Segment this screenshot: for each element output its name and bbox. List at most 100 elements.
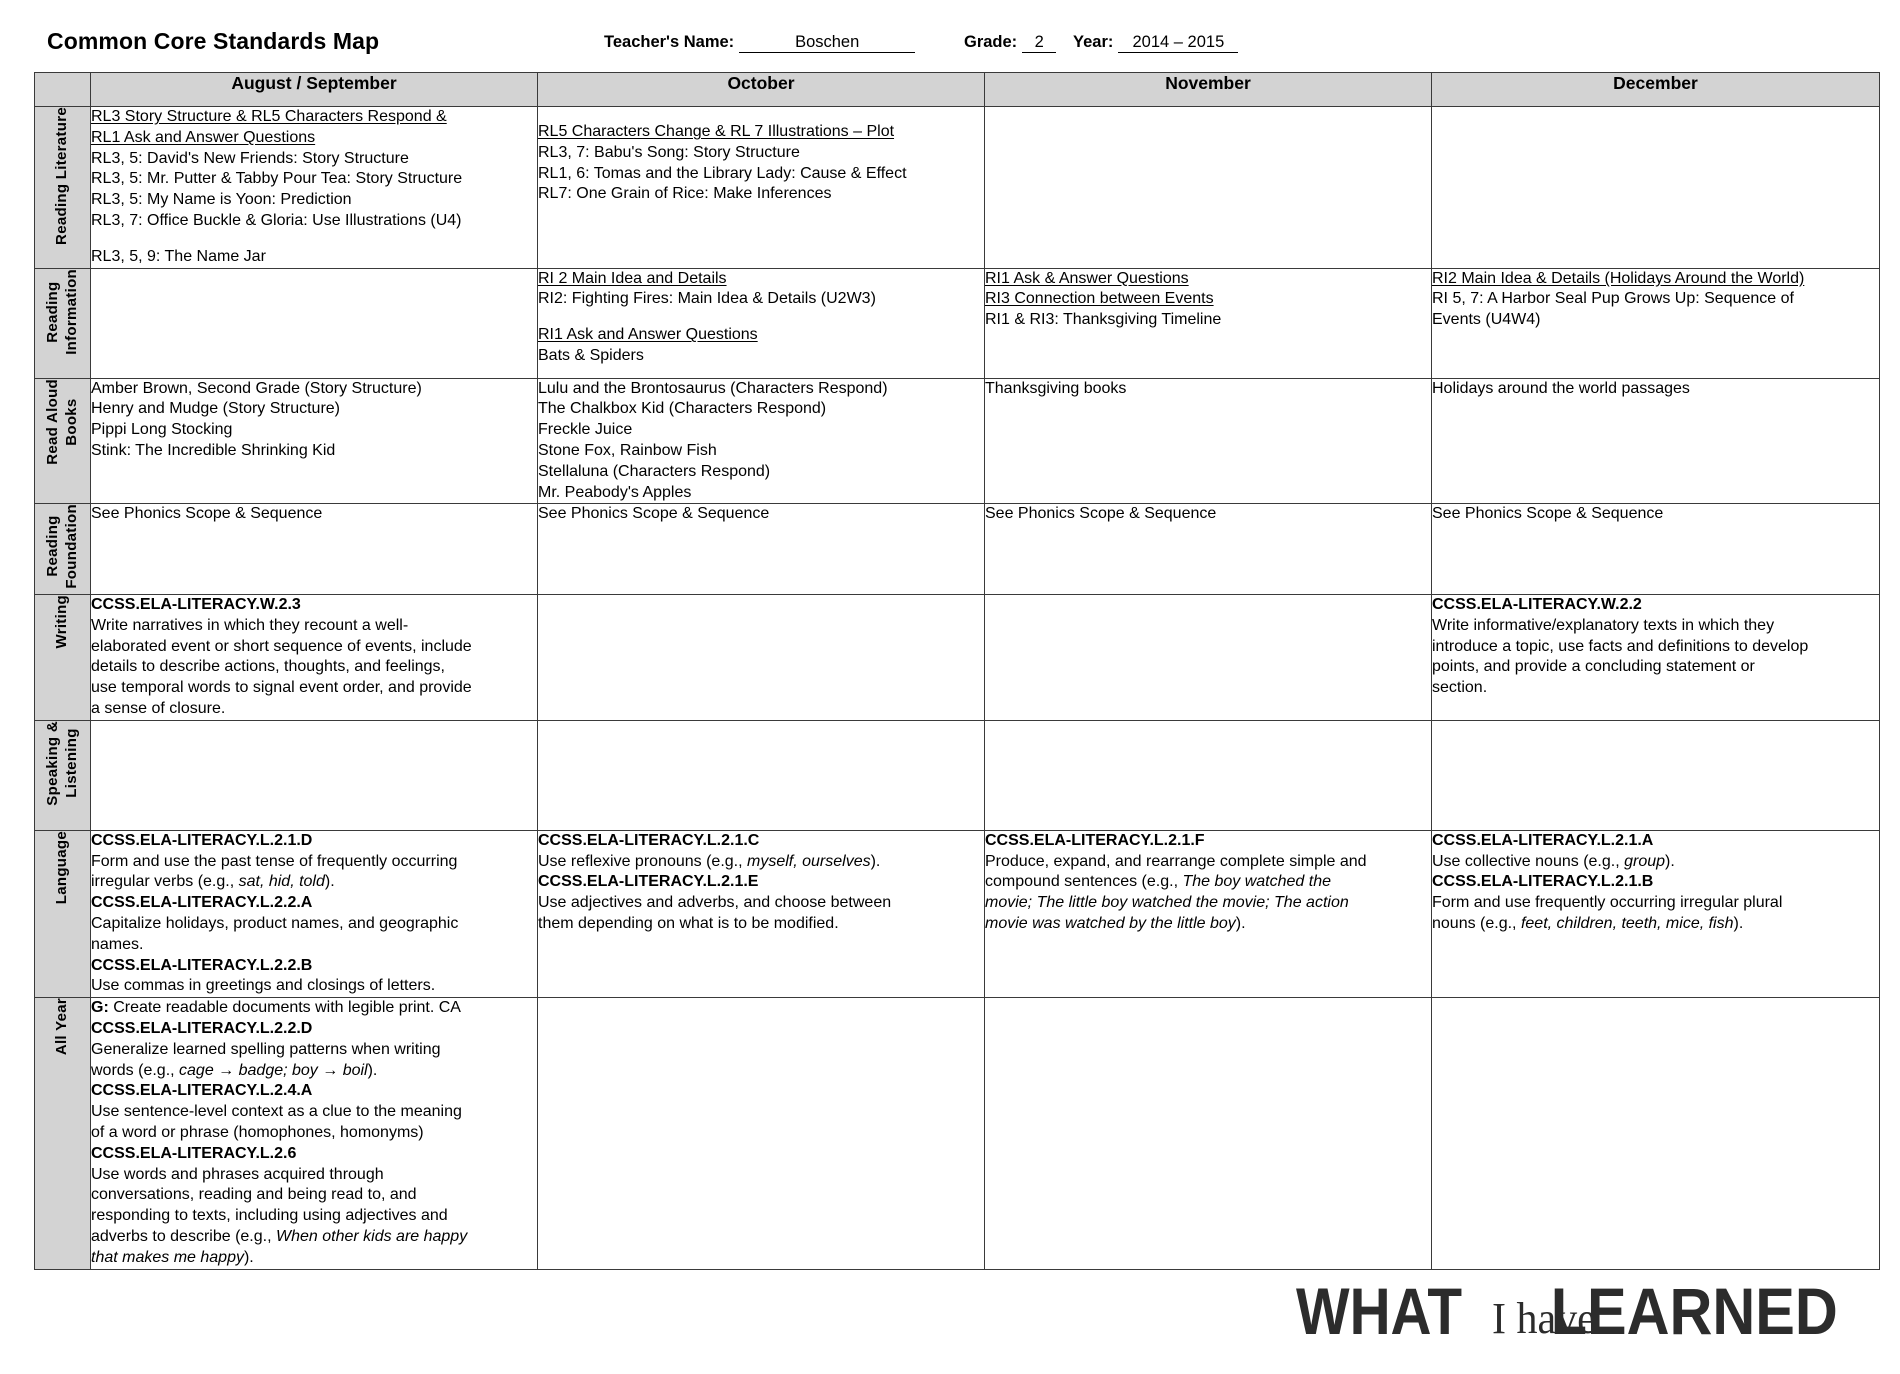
cell-r0-c2[interactable]	[984, 106, 1432, 269]
cell-line: Stellaluna (Characters Respond)	[538, 462, 771, 480]
cell-line: Lulu and the Brontosaurus (Characters Re…	[538, 379, 888, 397]
teacher-name-value[interactable]: Boschen	[739, 33, 916, 53]
cell-r3-c1[interactable]: See Phonics Scope & Sequence	[537, 503, 985, 596]
cell-line: See Phonics Scope & Sequence	[985, 505, 1217, 523]
cell-r4-c2[interactable]	[984, 594, 1432, 721]
cell-line: movie was watched by the little boy).	[985, 914, 1246, 932]
cell-r0-c3[interactable]	[1431, 106, 1880, 269]
cell-r6-c1[interactable]: CCSS.ELA-LITERACY.L.2.1.C Use reflexive p…	[537, 829, 985, 999]
row-label-read-aloud-books: Read Aloud Books	[34, 377, 91, 505]
row-label-text: All Year	[53, 998, 71, 1056]
table-row: Speaking & Listening	[34, 719, 1880, 831]
cell-line: Use adjectives and adverbs, and choose b…	[538, 894, 892, 912]
cell-r2-c1[interactable]: Lulu and the Brontosaurus (Characters Re…	[537, 377, 985, 505]
row-label-text: Language	[53, 830, 71, 905]
standards-map-table: August / September October November Dece…	[34, 72, 1880, 1270]
table-corner-cell	[34, 72, 91, 107]
cell-line: points, and provide a concluding stateme…	[1432, 658, 1755, 676]
cell-line: Henry and Mudge (Story Structure)	[91, 400, 340, 418]
cell-line: RL3 Story Structure & RL5 Characters Res…	[91, 108, 447, 125]
cell-line: CCSS.ELA-LITERACY.W.2.3	[91, 596, 301, 614]
row-label-text: Reading Information	[43, 268, 80, 355]
cell-r0-c1[interactable]: RL5 Characters Change & RL 7 Illustratio…	[537, 106, 985, 269]
grade-value[interactable]: 2	[1022, 33, 1057, 53]
cell-line: CCSS.ELA-LITERACY.L.2.1.A	[1432, 831, 1654, 849]
cell-line: Form and use frequently occurring irregu…	[1432, 894, 1783, 912]
cell-line: Holidays around the world passages	[1432, 379, 1690, 397]
cell-r4-c1[interactable]	[537, 594, 985, 721]
cell-r7-c2[interactable]	[984, 997, 1432, 1270]
cell-r6-c3[interactable]: CCSS.ELA-LITERACY.L.2.1.A Use collective …	[1431, 829, 1880, 999]
cell-r1-c1[interactable]: RI 2 Main Idea and Details RI2: Fighting …	[537, 267, 985, 379]
table-body: Reading Literature RL3 Story Structure & …	[34, 106, 1880, 1270]
cell-r2-c0[interactable]: Amber Brown, Second Grade (Story Structu…	[90, 377, 538, 505]
cell-r7-c0[interactable]: G: Create readable documents with legibl…	[90, 997, 538, 1270]
cell-r5-c3[interactable]	[1431, 719, 1880, 831]
logo-word-what: WHAT	[1296, 1275, 1462, 1349]
year-value[interactable]: 2014 – 2015	[1118, 33, 1239, 53]
cell-line-spacer	[538, 107, 984, 122]
row-label-reading-foundation: Reading Foundation	[34, 503, 91, 596]
row-label-speaking-listening: Speaking & Listening	[34, 719, 91, 831]
cell-r6-c2[interactable]: CCSS.ELA-LITERACY.L.2.1.F Produce, expand…	[984, 829, 1432, 999]
cell-line: names.	[91, 935, 144, 953]
cell-line: Use collective nouns (e.g., group).	[1432, 852, 1675, 870]
cell-line: RI2: Fighting Fires: Main Idea & Details…	[538, 290, 876, 308]
cell-line: CCSS.ELA-LITERACY.L.2.2.D	[91, 1019, 313, 1037]
table-header-row: August / September October November Dece…	[34, 72, 1880, 107]
cell-r0-c0[interactable]: RL3 Story Structure & RL5 Characters Res…	[90, 106, 538, 269]
cell-line: Use words and phrases acquired through	[91, 1165, 384, 1183]
cell-r4-c3[interactable]: CCSS.ELA-LITERACY.W.2.2 Write informative…	[1431, 594, 1880, 721]
cell-r4-c0[interactable]: CCSS.ELA-LITERACY.W.2.3 Write narratives …	[90, 594, 538, 721]
cell-line: CCSS.ELA-LITERACY.L.2.1.C	[538, 831, 760, 849]
table-row: Writing CCSS.ELA-LITERACY.W.2.3 Write narr…	[34, 594, 1880, 721]
cell-r6-c0[interactable]: CCSS.ELA-LITERACY.L.2.1.D Form and use th…	[90, 829, 538, 999]
cell-r2-c2[interactable]: Thanksgiving books	[984, 377, 1432, 505]
row-label-text: Reading Literature	[53, 107, 71, 245]
cell-line: CCSS.ELA-LITERACY.L.2.1.D	[91, 831, 313, 849]
cell-line: See Phonics Scope & Sequence	[538, 505, 770, 523]
grade-label: Grade:	[964, 33, 1018, 51]
cell-line: CCSS.ELA-LITERACY.L.2.1.E	[538, 873, 759, 891]
cell-r7-c3[interactable]	[1431, 997, 1880, 1270]
cell-line: CCSS.ELA-LITERACY.L.2.6	[91, 1144, 297, 1162]
cell-r3-c3[interactable]: See Phonics Scope & Sequence	[1431, 503, 1880, 596]
cell-line: a sense of closure.	[91, 700, 226, 717]
cell-line: Amber Brown, Second Grade (Story Structu…	[91, 379, 422, 397]
row-label-text: Writing	[53, 595, 71, 649]
cell-line: RI1 Ask and Answer Questions	[538, 326, 758, 344]
cell-line: RL3, 7: Babu's Song: Story Structure	[538, 143, 800, 161]
cell-r5-c1[interactable]	[537, 719, 985, 831]
cell-line: conversations, reading and being read to…	[91, 1186, 417, 1204]
cell-line: G: Create readable documents with legibl…	[91, 999, 461, 1017]
cell-line: section.	[1432, 679, 1488, 697]
cell-r7-c1[interactable]	[537, 997, 985, 1270]
page-title: Common Core Standards Map	[47, 28, 380, 54]
cell-r1-c0[interactable]	[90, 267, 538, 379]
cell-line: RL5 Characters Change & RL 7 Illustratio…	[538, 123, 895, 140]
column-header-october: October	[537, 72, 985, 107]
cell-r5-c2[interactable]	[984, 719, 1432, 831]
cell-line: CCSS.ELA-LITERACY.L.2.4.A	[91, 1082, 313, 1100]
cell-line: RI1 & RI3: Thanksgiving Timeline	[985, 311, 1222, 329]
column-header-november: November	[984, 72, 1432, 107]
cell-r1-c3[interactable]: RI2 Main Idea & Details (Holidays Around…	[1431, 267, 1880, 379]
cell-r1-c2[interactable]: RI1 Ask & Answer Questions RI3 Connection…	[984, 267, 1432, 379]
cell-r5-c0[interactable]	[90, 719, 538, 831]
cell-line: compound sentences (e.g., The boy watche…	[985, 873, 1331, 891]
logo-word-ihave: I have	[1492, 1295, 1596, 1343]
cell-line: CCSS.ELA-LITERACY.L.2.2.B	[91, 956, 313, 974]
cell-line: See Phonics Scope & Sequence	[91, 505, 323, 523]
cell-r2-c3[interactable]: Holidays around the world passages	[1431, 377, 1880, 505]
cell-line: Write informative/explanatory texts in w…	[1432, 616, 1775, 634]
cell-line: Stone Fox, Rainbow Fish	[538, 441, 717, 459]
cell-line: RI 2 Main Idea and Details	[538, 269, 727, 287]
cell-line: Capitalize holidays, product names, and …	[91, 914, 459, 932]
cell-r3-c0[interactable]: See Phonics Scope & Sequence	[90, 503, 538, 596]
cell-line: Use commas in greetings and closings of …	[91, 977, 436, 995]
cell-r3-c2[interactable]: See Phonics Scope & Sequence	[984, 503, 1432, 596]
year-field: Year: 2014 – 2015	[1073, 33, 1239, 53]
cell-line: introduce a topic, use facts and definit…	[1432, 637, 1809, 655]
cell-line: elaborated event or short sequence of ev…	[91, 637, 472, 655]
cell-line: Produce, expand, and rearrange complete …	[985, 852, 1367, 870]
